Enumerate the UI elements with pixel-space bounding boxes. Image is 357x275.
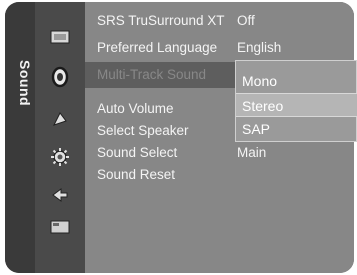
option-sap[interactable]: SAP — [236, 117, 357, 141]
channel-icon[interactable] — [49, 108, 71, 130]
input-icon[interactable] — [49, 184, 71, 206]
sound-icon[interactable] — [49, 66, 71, 88]
menu-item-label: Preferred Language — [97, 40, 218, 55]
menu-item-value: Off — [237, 13, 255, 28]
category-icon-column — [35, 2, 85, 273]
menu-item-value: English — [237, 40, 282, 55]
menu-item-preferred-language[interactable]: Preferred Language English — [85, 38, 354, 58]
menu-item-label: Auto Volume — [97, 101, 174, 116]
option-stereo[interactable]: Stereo — [236, 93, 357, 117]
multi-track-sound-dropdown: Mono Stereo SAP — [235, 60, 357, 142]
menu-item-sound-reset[interactable]: Sound Reset — [85, 165, 354, 185]
menu-item-label: Sound Reset — [97, 167, 176, 182]
setup-icon[interactable] — [49, 146, 71, 168]
menu-item-label: Select Speaker — [97, 123, 189, 138]
menu-item-label: SRS TruSurround XT — [97, 13, 225, 28]
menu-item-label: Multi-Track Sound — [97, 67, 207, 82]
picture-icon[interactable] — [49, 26, 71, 48]
category-label: Sound — [17, 60, 33, 107]
application-icon[interactable] — [49, 216, 71, 238]
menu-item-sound-select[interactable]: Sound Select Main — [85, 143, 354, 163]
category-tab: Sound — [5, 2, 35, 273]
menu-item-label: Sound Select — [97, 145, 178, 160]
menu-item-value: Main — [237, 145, 267, 160]
option-mono[interactable]: Mono — [236, 69, 357, 93]
menu-item-srs-trusurround[interactable]: SRS TruSurround XT Off — [85, 11, 354, 31]
